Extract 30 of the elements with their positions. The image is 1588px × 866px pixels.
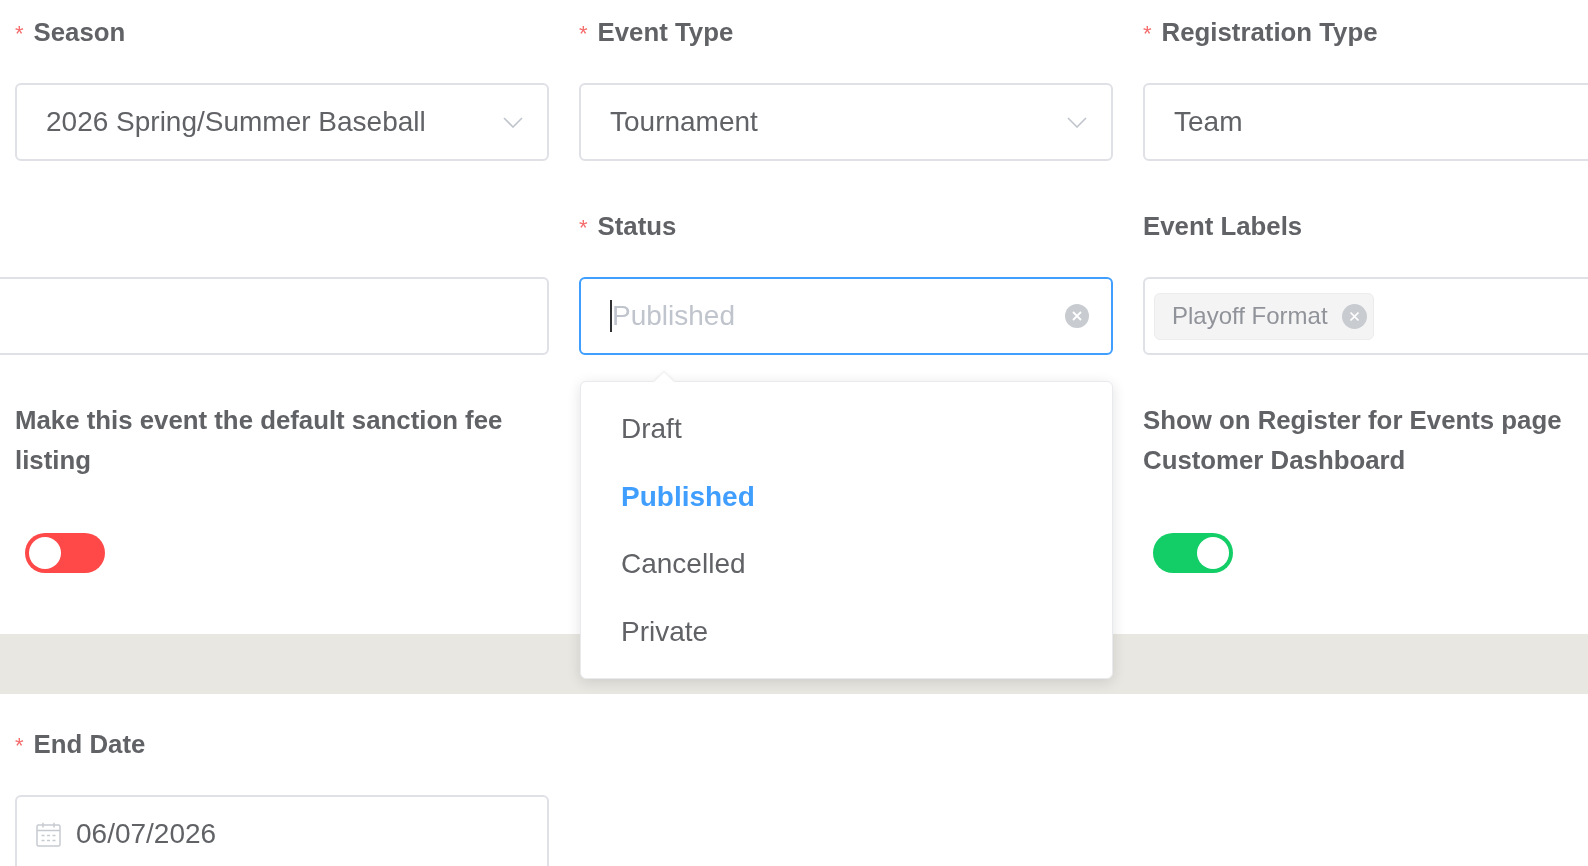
toggle-switch[interactable] bbox=[1153, 533, 1233, 573]
required-asterisk: * bbox=[579, 20, 588, 48]
date-field[interactable]: 06/07/2026 bbox=[15, 795, 549, 866]
select-field[interactable]: 2026 Spring/Summer Baseball bbox=[15, 83, 549, 161]
input-field[interactable] bbox=[0, 277, 549, 355]
calendar-icon bbox=[36, 821, 61, 847]
chevron-down-icon bbox=[1067, 116, 1087, 128]
input-field[interactable]: Team bbox=[1143, 83, 1588, 161]
field-label: Status bbox=[597, 211, 677, 242]
switch-label: Show on Register for Events page Customer Dashboard bbox=[1143, 405, 1563, 476]
field-label: End Date bbox=[33, 729, 146, 760]
field-label: Registration Type bbox=[1161, 17, 1378, 48]
dropdown-option[interactable]: Private bbox=[581, 597, 1112, 665]
dropdown-option[interactable]: Cancelled bbox=[581, 530, 1112, 598]
required-asterisk: * bbox=[15, 732, 24, 760]
select-field[interactable]: Tournament bbox=[579, 83, 1113, 161]
chip-text: Playoff Format bbox=[1172, 302, 1328, 330]
required-asterisk: * bbox=[579, 214, 588, 242]
field-label: Event Type bbox=[597, 17, 734, 48]
close-icon[interactable] bbox=[1341, 303, 1367, 329]
required-asterisk: * bbox=[15, 20, 24, 48]
clear-icon[interactable] bbox=[1065, 304, 1089, 328]
required-asterisk: * bbox=[1143, 20, 1152, 48]
chevron-down-icon bbox=[503, 116, 523, 128]
field-label: Season bbox=[33, 17, 126, 48]
dropdown-option[interactable]: Draft bbox=[581, 395, 1112, 463]
toggle-switch[interactable] bbox=[25, 533, 105, 573]
field-label: Event Labels bbox=[1143, 211, 1303, 242]
switch-label: Make this event the default sanction fee listing bbox=[15, 405, 504, 476]
text-cursor bbox=[610, 300, 612, 332]
